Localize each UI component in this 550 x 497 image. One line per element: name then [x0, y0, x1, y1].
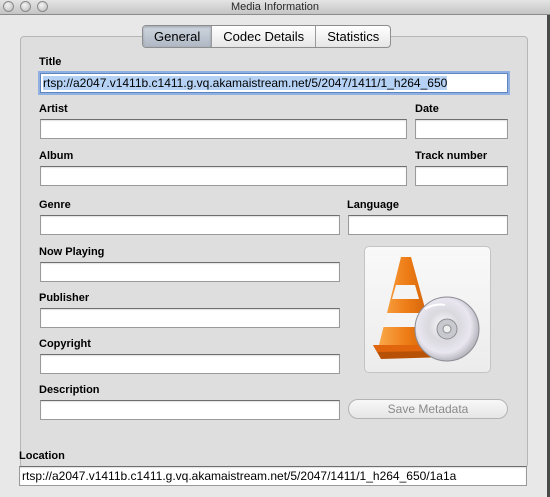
- description-label: Description: [39, 384, 100, 396]
- save-metadata-button[interactable]: Save Metadata: [348, 399, 508, 419]
- artwork-well[interactable]: [364, 246, 491, 373]
- copyright-field[interactable]: [40, 354, 340, 374]
- title-field[interactable]: rtsp://a2047.v1411b.c1411.g.vq.akamaistr…: [40, 73, 508, 93]
- album-field[interactable]: [40, 166, 407, 186]
- publisher-label: Publisher: [39, 292, 90, 304]
- language-label: Language: [347, 199, 399, 211]
- genre-field[interactable]: [40, 215, 340, 235]
- date-label: Date: [415, 103, 439, 115]
- now-playing-field[interactable]: [40, 262, 340, 282]
- location-field[interactable]: rtsp://a2047.v1411b.c1411.g.vq.akamaistr…: [19, 466, 527, 486]
- window-title: Media Information: [230, 1, 320, 13]
- copyright-label: Copyright: [39, 338, 91, 350]
- language-field[interactable]: [348, 215, 508, 235]
- now-playing-label: Now Playing: [39, 246, 105, 258]
- artist-label: Artist: [39, 103, 68, 115]
- date-field[interactable]: [415, 119, 508, 139]
- track-number-label: Track number: [415, 150, 488, 162]
- location-label: Location: [19, 450, 65, 462]
- publisher-field[interactable]: [40, 308, 340, 328]
- window-titlebar: Media Information: [0, 0, 550, 15]
- description-field[interactable]: [40, 400, 340, 420]
- tab-bar: General Codec Details Statistics: [142, 25, 392, 48]
- tab-codec-details[interactable]: Codec Details: [211, 26, 315, 47]
- title-field-value: rtsp://a2047.v1411b.c1411.g.vq.akamaistr…: [43, 76, 448, 90]
- tab-general[interactable]: General: [143, 26, 212, 47]
- vlc-cone-with-disc-icon: [373, 257, 480, 362]
- track-number-field[interactable]: [415, 166, 508, 186]
- album-label: Album: [39, 150, 74, 162]
- tab-statistics[interactable]: Statistics: [315, 26, 390, 47]
- artist-field[interactable]: [40, 119, 407, 139]
- genre-label: Genre: [39, 199, 71, 211]
- title-label: Title: [39, 56, 62, 68]
